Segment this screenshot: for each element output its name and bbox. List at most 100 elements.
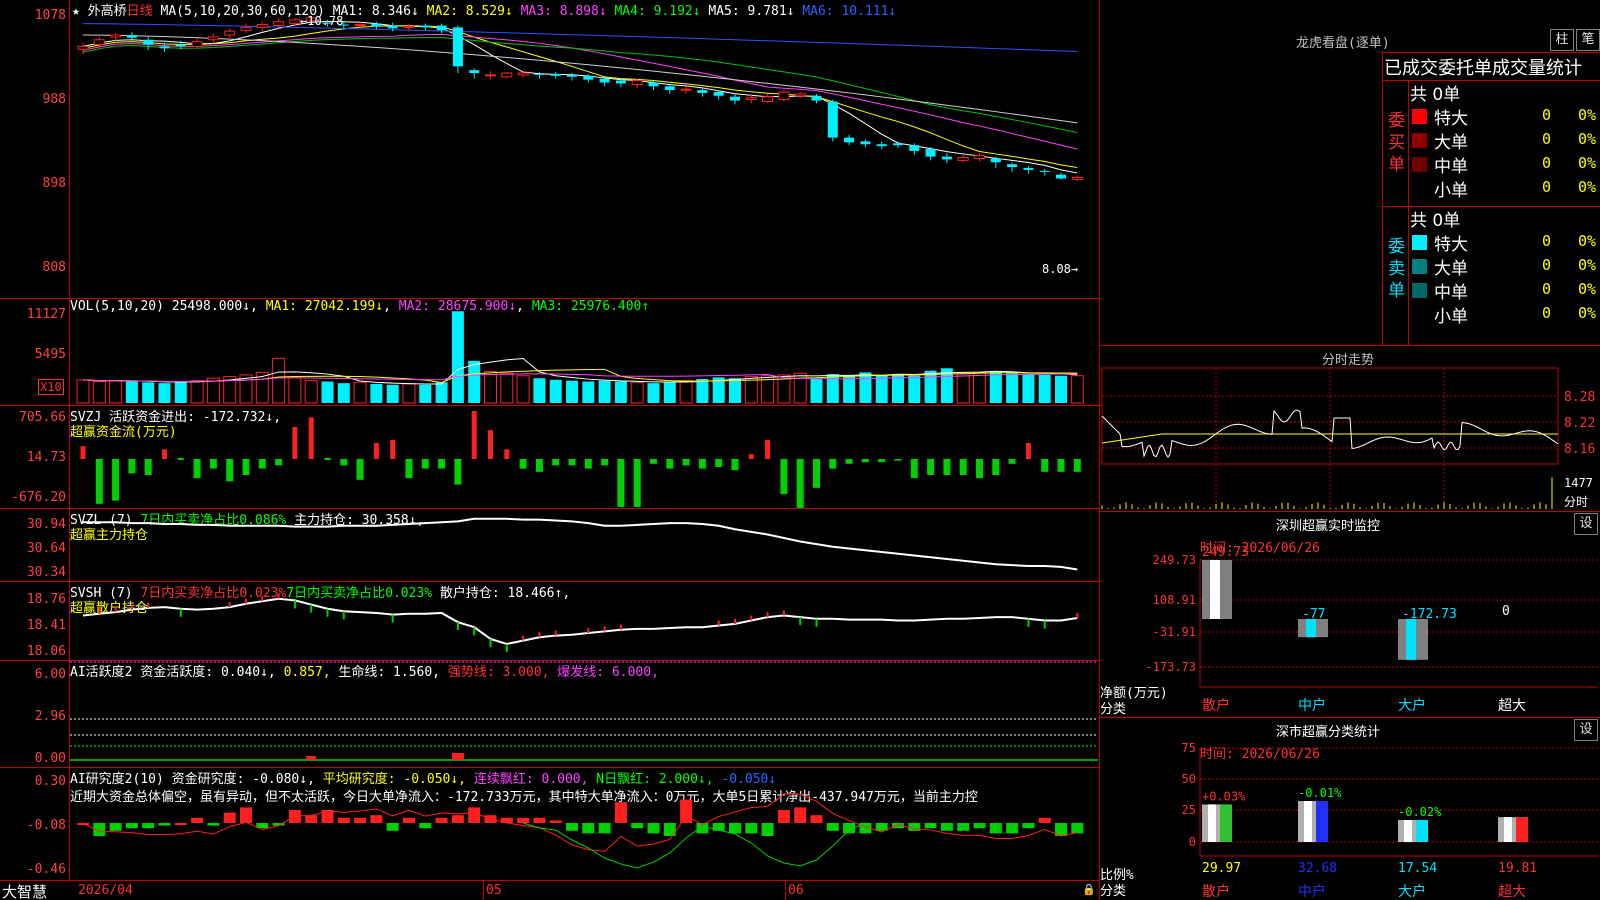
svsh-pane[interactable]: SVSH (7) 7日内买卖净占比0.023%7日内买卖净占比0.023% 散户… [0,582,1100,660]
flow-bar [1073,459,1081,472]
price-pane[interactable]: ★ 外高桥日线 MA(5,10,20,30,60,120) MA1: 8.346… [0,0,1100,300]
flow-bar [552,459,560,466]
volume-bar [566,380,578,403]
volume-pane[interactable]: VOL(5,10,20) 25498.000↓, MA1: 27042.199↓… [0,299,1100,405]
main-holding-line [83,517,1078,571]
candle-body [664,86,675,91]
sz-category-label: 超大 [1498,698,1526,714]
retail-holding-chart[interactable] [0,582,1100,660]
ma2-line [82,25,1078,169]
high-price-label: ←10.78 [300,14,344,28]
ratio-bar-chart: 75 50 25 0 +0.03% 29.97 散户 -0.01% 32.68 中户 -0.02% 1… [1182,741,1598,900]
volume-bar [451,311,464,403]
flow-bar [390,439,396,459]
volume-bar [516,375,530,404]
research-bar [288,810,301,823]
svzj-pane[interactable]: SVZJ 活跃资金进出: -172.732↓, 超赢资金流(万元) 705.66… [0,406,1100,508]
candle-body [876,144,887,147]
candle-body [207,36,219,41]
candle-body [436,25,447,31]
main-holding-chart[interactable] [0,509,1100,581]
volume-bar [158,383,171,403]
research-bar [647,823,660,834]
volume-bar [679,380,693,404]
ss-change-label: +0.03% [1202,789,1246,803]
classification-panel: 深市超赢分类统计 设 时间: 2026/06/26 比例% 分类 75 50 25 0… [1100,718,1600,900]
chart-area[interactable]: ★ 外高桥日线 MA(5,10,20,30,60,120) MA1: 8.346… [0,0,1100,900]
buy-count: 0 [1542,130,1552,148]
flow-bar [910,459,918,479]
research-bar [1022,823,1035,829]
research-bar [1038,817,1051,823]
activity-chart[interactable] [0,661,1100,767]
lock-icon[interactable]: 🔒 [1082,883,1096,896]
flow-bar [144,459,152,475]
ss-axis-label: 75 [1182,741,1196,755]
candle-body [697,90,708,93]
flow-bar [633,459,641,507]
volume-bar [875,374,888,403]
research-chart[interactable] [0,768,1100,880]
volume-bar [533,378,546,403]
ss-bar-accent [1316,801,1328,842]
bar-view-button[interactable]: 柱 [1550,29,1574,51]
research-bar [745,823,758,834]
flow-bar [340,459,348,466]
research-bar [614,802,627,823]
flow-bar [193,459,201,479]
research-bar [142,823,155,829]
intraday-panel[interactable]: 分时走势 8.28 8.22 8.16 1477 分时 [1100,346,1600,511]
ss-bar-highlight [1208,804,1216,842]
research-bar [435,817,448,823]
sell-color-swatch [1412,235,1427,250]
flow-bar [650,459,657,464]
flow-bar [162,449,167,459]
volume-bar [484,371,497,404]
flow-bar [959,459,967,475]
volume-chart[interactable] [0,299,1100,405]
ss-change-label: -0.02% [1398,805,1442,819]
lhkp-title: 龙虎看盘(逐单) [1296,36,1390,51]
candle-body [485,74,496,77]
sell-count: 0 [1542,280,1552,298]
flow-bar [421,459,429,469]
research-bar [810,815,823,823]
buy-row: 小单 0 0% [1100,176,1600,201]
sz-value-label: -172.73 [1402,607,1457,622]
money-flow-chart[interactable] [0,406,1100,508]
sell-row: 特大 0 0% [1100,230,1600,255]
sz-axis-label: 249.73 [1153,553,1196,567]
ai-research-pane[interactable]: AI研究度2(10) 资金研究度: -0.080↓, 平均研究度: -0.050… [0,768,1100,880]
intraday-chart[interactable] [1100,346,1600,511]
volume-bar [908,375,921,403]
volume-bar [76,379,90,404]
svzl-pane[interactable]: SVZL (7) 7日内买卖净占比0.086% 主力持仓: 30.358↓, 超… [0,509,1100,581]
buy-name: 中单 [1434,157,1468,177]
research-bar [305,815,318,823]
candlestick-chart[interactable] [0,0,1100,300]
ss-value-label: 29.97 [1202,861,1241,876]
candle-body [827,101,838,138]
ma5-line [82,34,1078,124]
volume-bar [321,381,334,403]
flow-bar [454,459,462,485]
research-bar [240,807,252,823]
sell-color-swatch [1412,283,1427,298]
time-axis[interactable]: 大智慧 2026/04 05 06 🔒 [0,880,1100,900]
buy-total: 共 0单 [1410,85,1461,105]
candle-body [1039,170,1050,172]
research-bar [468,807,481,823]
research-bar [533,817,546,823]
volume-bar [468,360,481,403]
buy-color-swatch [1412,181,1427,196]
flow-bar [438,459,446,469]
tick-view-button[interactable]: 笔 [1576,29,1600,51]
volume-bar [598,380,611,403]
ss-bar-accent [1516,817,1528,842]
buy-color-swatch [1412,157,1427,172]
volume-bar [1038,374,1051,403]
ai-activity-pane[interactable]: AI活跃度2 资金活跃度: 0.040↓, 0.857, 生命线: 1.560,… [0,661,1100,767]
ss-axis-label: 50 [1182,772,1196,786]
sz-value-label: -77 [1302,607,1325,622]
flow-bar [308,417,314,459]
